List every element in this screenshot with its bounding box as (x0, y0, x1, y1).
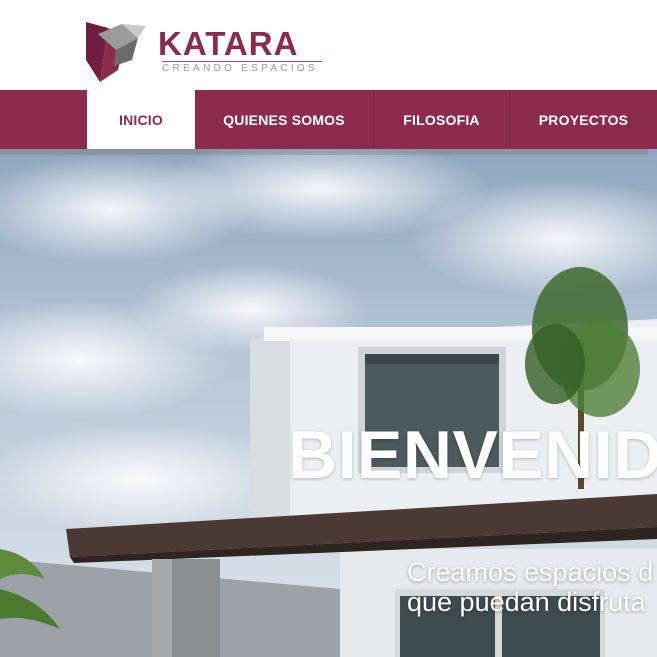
nav-item-label: FILOSOFIA (403, 111, 480, 128)
brand-name: KATARA (158, 25, 299, 62)
katara-logo[interactable]: KATARA CREANDO ESPACIOS (86, 20, 326, 82)
nav-item-filosofia[interactable]: FILOSOFIA (374, 90, 509, 149)
nav-item-label: INICIO (119, 111, 163, 128)
hero-title: BIENVENIDO (288, 417, 657, 493)
nav-shadow (0, 149, 648, 155)
hero-banner: BIENVENIDO Creamos espacios d que puedan… (0, 149, 657, 657)
nav-item-quienes-somos[interactable]: QUIENES SOMOS (195, 90, 373, 149)
main-nav: INICIO QUIENES SOMOS FILOSOFIA PROYECTOS (0, 90, 657, 149)
hero-subtitle-line: Creamos espacios d (407, 557, 654, 587)
hero-subtitle: Creamos espacios d que puedan disfruta (407, 557, 653, 617)
katara-logo-mark-icon (86, 22, 146, 82)
brand-tagline: CREANDO ESPACIOS (162, 61, 322, 75)
nav-item-label: PROYECTOS (538, 111, 629, 128)
hero-subtitle-line: que puedan disfruta (407, 587, 646, 617)
nav-item-proyectos[interactable]: PROYECTOS (510, 90, 657, 149)
nav-item-label: QUIENES SOMOS (223, 111, 345, 128)
site-header: KATARA CREANDO ESPACIOS (0, 0, 657, 90)
nav-item-inicio[interactable]: INICIO (87, 90, 195, 149)
